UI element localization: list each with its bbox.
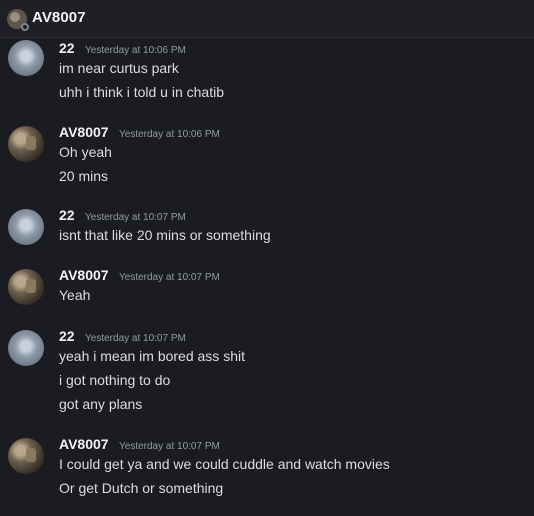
message-text: im near curtus park bbox=[59, 60, 179, 76]
avatar[interactable] bbox=[8, 269, 44, 305]
message-text: i got nothing to do bbox=[59, 372, 171, 388]
message-list: 22 Yesterday at 10:06 PM im near curtus … bbox=[0, 38, 534, 516]
avatar[interactable] bbox=[8, 126, 44, 162]
message-text: yeah i mean im bored ass shit bbox=[59, 348, 245, 364]
author-name[interactable]: AV8007 bbox=[59, 267, 109, 283]
message-text: uhh i think i told u in chatib bbox=[59, 84, 224, 100]
message-text: Oh yeah bbox=[59, 144, 112, 160]
timestamp: Yesterday at 10:07 PM bbox=[85, 212, 186, 223]
avatar[interactable] bbox=[8, 40, 44, 76]
avatar[interactable] bbox=[8, 209, 44, 245]
message-header: AV8007 Yesterday at 10:06 PM bbox=[59, 124, 220, 142]
author-name[interactable]: AV8007 bbox=[59, 124, 109, 140]
message-header: AV8007 Yesterday at 10:07 PM bbox=[59, 267, 220, 285]
message-text: 20 mins bbox=[59, 168, 109, 184]
message-header: 22 Yesterday at 10:07 PM bbox=[59, 207, 186, 225]
chat-header: AV8007 bbox=[0, 0, 534, 38]
avatar[interactable] bbox=[8, 438, 44, 474]
message-header: 22 Yesterday at 10:06 PM bbox=[59, 40, 186, 58]
message-text: isnt that like 20 mins or something bbox=[59, 227, 271, 243]
status-dot-icon bbox=[21, 23, 29, 31]
timestamp: Yesterday at 10:07 PM bbox=[119, 272, 220, 283]
message-header: 22 Yesterday at 10:07 PM bbox=[59, 328, 186, 346]
avatar[interactable] bbox=[8, 330, 44, 366]
timestamp: Yesterday at 10:07 PM bbox=[119, 441, 220, 452]
timestamp: Yesterday at 10:06 PM bbox=[85, 45, 186, 56]
channel-title[interactable]: AV8007 bbox=[32, 9, 86, 26]
message-text: I could get ya and we could cuddle and w… bbox=[59, 456, 390, 472]
timestamp: Yesterday at 10:07 PM bbox=[85, 333, 186, 344]
author-name[interactable]: 22 bbox=[59, 40, 75, 56]
message-text: Or get Dutch or something bbox=[59, 480, 224, 496]
message-text: got any plans bbox=[59, 396, 143, 412]
message-header: AV8007 Yesterday at 10:07 PM bbox=[59, 436, 220, 454]
message-text: Yeah bbox=[59, 287, 91, 303]
author-name[interactable]: 22 bbox=[59, 207, 75, 223]
author-name[interactable]: 22 bbox=[59, 328, 75, 344]
header-avatar-icon[interactable] bbox=[7, 9, 29, 31]
timestamp: Yesterday at 10:06 PM bbox=[119, 129, 220, 140]
author-name[interactable]: AV8007 bbox=[59, 436, 109, 452]
